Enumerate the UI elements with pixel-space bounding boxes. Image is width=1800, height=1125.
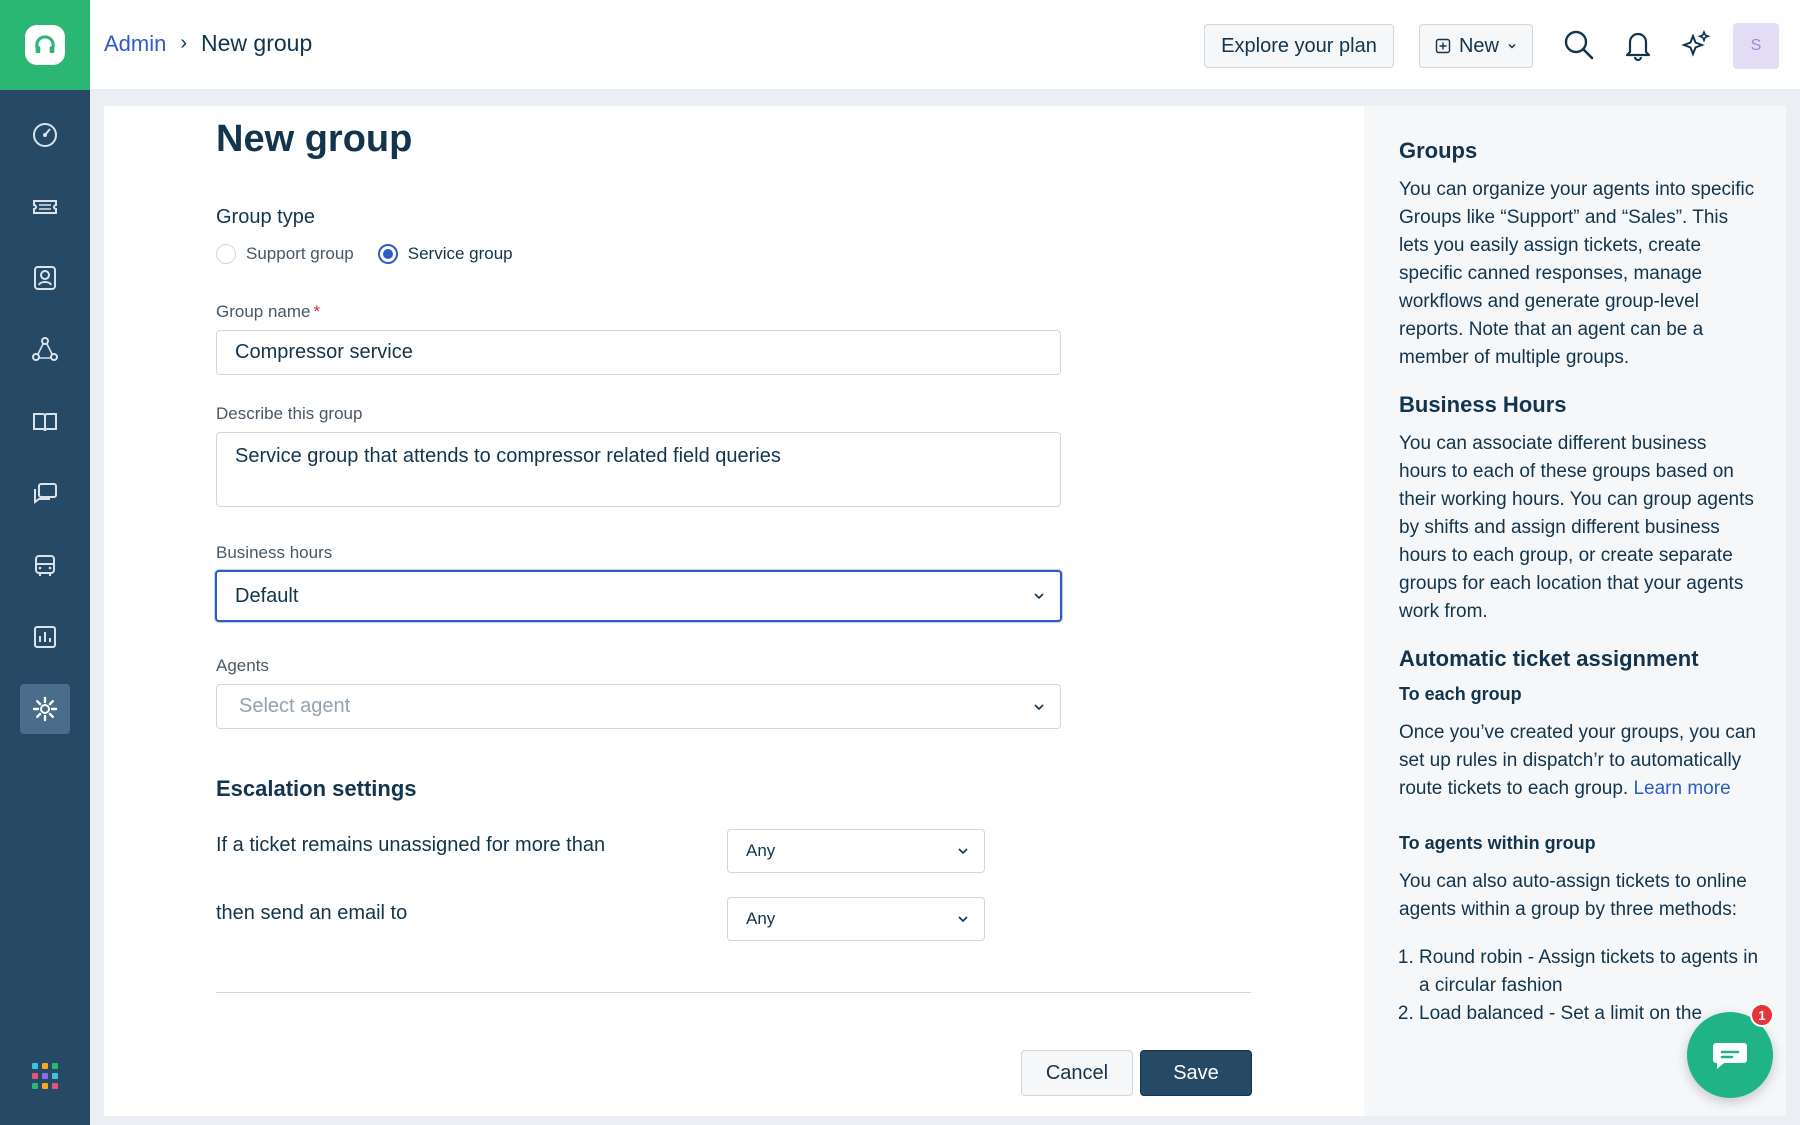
help-methods-list: Round robin - Assign tickets to agents i… <box>1399 944 1759 1028</box>
business-hours-value: Default <box>235 584 299 607</box>
radio-support-group-label: Support group <box>246 244 354 263</box>
agents-placeholder: Select agent <box>239 695 351 717</box>
chevron-right-icon: › <box>180 32 188 54</box>
nav-tickets[interactable] <box>20 182 70 232</box>
help-assign-title: Automatic ticket assignment <box>1399 646 1699 671</box>
description-textarea[interactable]: Service group that attends to compressor… <box>216 432 1061 507</box>
main-form-card: New group Group type Support group Servi… <box>104 106 1364 1116</box>
nav-admin-settings[interactable] <box>20 684 70 734</box>
group-name-input[interactable]: Compressor service <box>216 330 1061 375</box>
radio-service-group-label: Service group <box>407 244 513 263</box>
group-type-label: Group type <box>216 206 315 228</box>
form-divider <box>216 992 1251 993</box>
help-each-group-title: To each group <box>1399 684 1522 704</box>
chat-bubbles-icon <box>34 483 57 504</box>
help-content: Groups You can organize your agents into… <box>1399 138 1759 1028</box>
group-name-label: Group name * <box>216 302 320 322</box>
nav-field-service[interactable] <box>20 540 70 590</box>
headset-logo-icon <box>25 25 65 65</box>
escalation-settings-title: Escalation settings <box>216 776 417 801</box>
description-label: Describe this group <box>216 404 363 423</box>
chevron-down-icon <box>1508 44 1516 49</box>
nav-dashboard[interactable] <box>20 110 70 160</box>
new-button-label: New <box>1458 34 1499 57</box>
gear-icon <box>32 696 58 722</box>
explore-plan-button[interactable]: Explore your plan <box>1204 24 1394 68</box>
bar-chart-icon <box>34 626 56 648</box>
escalation-email-select[interactable]: Any <box>727 897 985 941</box>
radio-service-group[interactable]: Service group <box>377 244 513 264</box>
group-name-label-text: Group name <box>216 302 311 321</box>
escalation-time-select[interactable]: Any <box>727 829 985 873</box>
help-groups-text: You can organize your agents into specif… <box>1399 179 1755 368</box>
help-within-group-text: You can also auto-assign tickets to onli… <box>1399 871 1747 920</box>
help-each-group-paragraph: Once you’ve created your groups, you can… <box>1399 719 1759 803</box>
nav-contacts[interactable] <box>20 253 70 303</box>
van-icon <box>35 555 55 576</box>
contact-card-icon <box>34 266 56 290</box>
sparkle-assistant-icon[interactable] <box>1677 26 1715 64</box>
radio-support-group[interactable]: Support group <box>216 244 354 264</box>
breadcrumb-admin-link[interactable]: Admin <box>104 31 166 57</box>
business-hours-select[interactable]: Default <box>215 570 1062 622</box>
breadcrumb-current: New group <box>201 30 313 56</box>
cancel-button[interactable]: Cancel <box>1021 1050 1133 1096</box>
group-type-radio-group: Support group Service group <box>216 244 537 264</box>
book-icon <box>33 413 57 432</box>
help-method-item: Round robin - Assign tickets to agents i… <box>1419 944 1759 1000</box>
app-switcher-grid-icon[interactable] <box>32 1063 58 1089</box>
chevron-down-icon <box>1034 703 1044 710</box>
agents-select[interactable]: Select agent <box>216 684 1061 729</box>
radio-button-unchecked[interactable] <box>216 244 236 264</box>
escalation-email-value: Any <box>746 909 776 928</box>
chat-bubble-icon <box>1713 1043 1747 1069</box>
save-button[interactable]: Save <box>1140 1050 1252 1096</box>
business-hours-label: Business hours <box>216 543 333 562</box>
help-panel: Groups You can organize your agents into… <box>1364 106 1786 1116</box>
chevron-down-icon <box>958 848 968 855</box>
search-icon[interactable] <box>1560 26 1598 64</box>
help-groups-title: Groups <box>1399 138 1478 163</box>
escalation-time-value: Any <box>746 841 776 860</box>
radio-button-checked[interactable] <box>377 244 398 264</box>
breadcrumb: Admin › New group <box>104 30 312 57</box>
ticket-icon <box>33 200 57 214</box>
help-within-group-title: To agents within group <box>1399 833 1596 853</box>
bell-icon[interactable] <box>1619 26 1657 64</box>
chevron-down-icon <box>958 916 968 923</box>
help-hours-title: Business Hours <box>1399 392 1567 417</box>
new-button[interactable]: New <box>1419 24 1533 68</box>
group-network-icon <box>32 337 58 361</box>
left-nav-rail <box>0 0 90 1125</box>
page-title: New group <box>216 118 413 160</box>
top-bar: Admin › New group Explore your plan New … <box>90 0 1800 90</box>
escalation-email-text: then send an email to <box>216 902 408 924</box>
escalation-unassigned-text: If a ticket remains unassigned for more … <box>216 834 606 856</box>
learn-more-link[interactable]: Learn more <box>1633 778 1730 799</box>
nav-forums[interactable] <box>20 469 70 519</box>
chevron-down-icon <box>1034 593 1044 600</box>
app-logo[interactable] <box>0 0 90 90</box>
required-asterisk: * <box>313 302 321 321</box>
nav-reports[interactable] <box>20 612 70 662</box>
user-avatar[interactable]: S <box>1733 23 1779 69</box>
chat-notification-badge: 1 <box>1750 1003 1774 1027</box>
dashboard-gauge-icon <box>33 123 57 147</box>
plus-square-icon <box>1435 38 1451 54</box>
help-hours-text: You can associate different business hou… <box>1399 433 1754 622</box>
agents-label: Agents <box>216 656 269 675</box>
nav-knowledge-base[interactable] <box>20 397 70 447</box>
nav-groups[interactable] <box>20 325 70 375</box>
